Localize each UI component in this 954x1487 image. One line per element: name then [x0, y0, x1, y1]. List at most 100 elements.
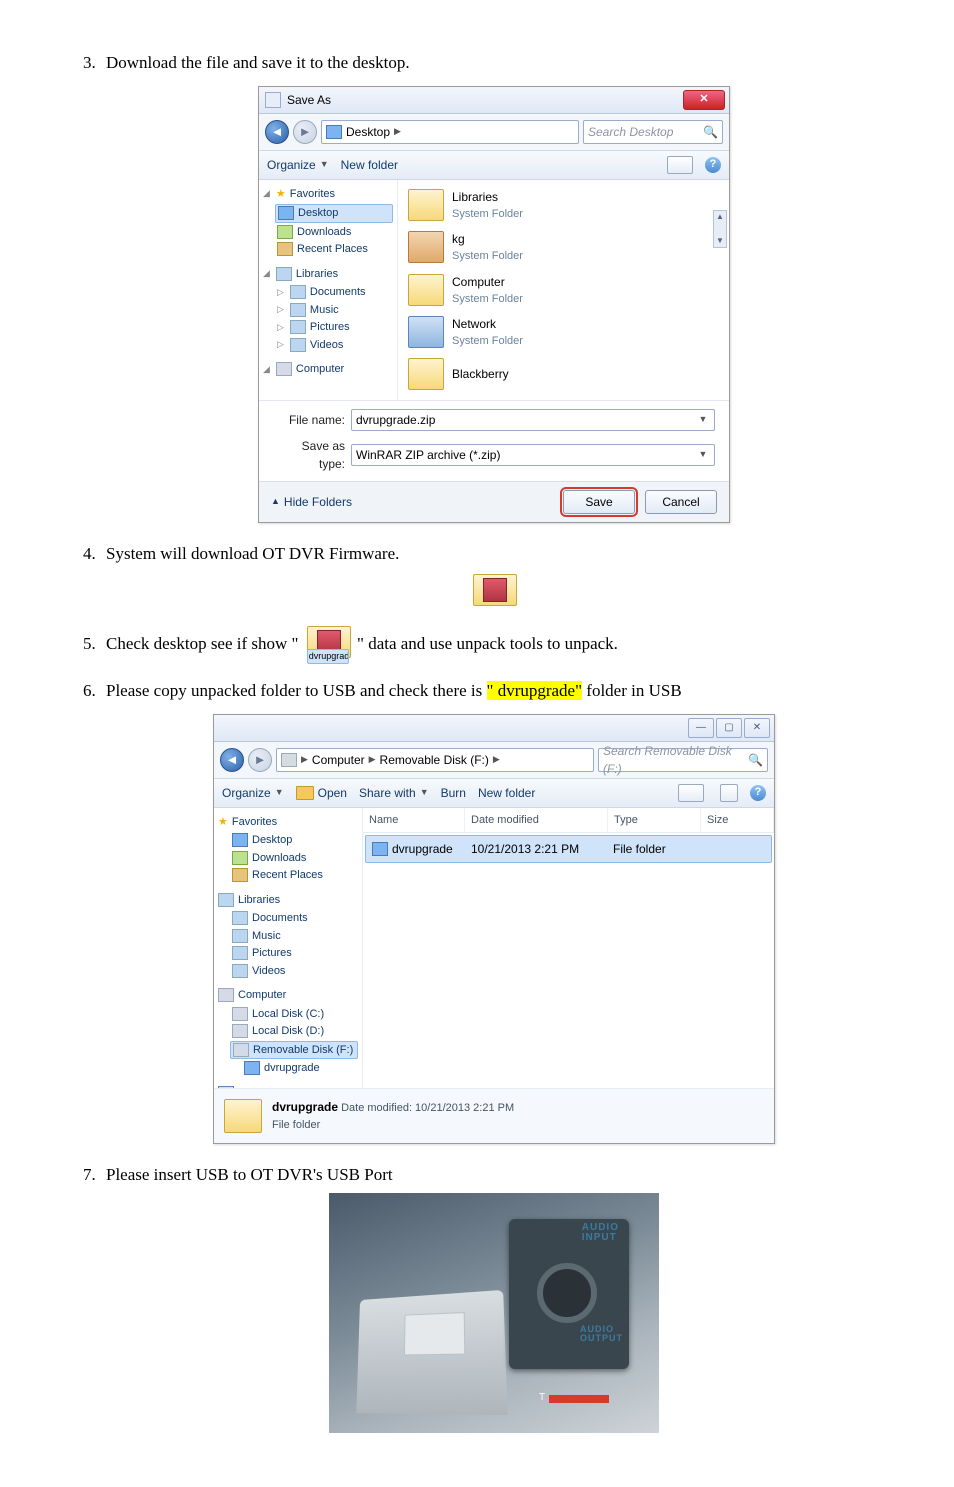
nav-videos[interactable]: Videos [232, 963, 358, 980]
step-4-text: System will download OT DVR Firmware. [106, 544, 399, 563]
list-header[interactable]: Name Date modified Type Size [363, 808, 774, 834]
help-icon[interactable]: ? [750, 785, 766, 801]
nav-favorites[interactable]: Favorites [232, 814, 277, 831]
forward-button[interactable]: ► [248, 748, 272, 772]
forward-button[interactable]: ► [293, 120, 317, 144]
path-computer: Computer [312, 751, 365, 769]
nav-pane: ★Favorites Desktop Downloads Recent Plac… [214, 808, 363, 1088]
view-options-button[interactable] [667, 156, 693, 174]
maximize-button[interactable]: ▢ [716, 718, 742, 738]
step-5-text-a: Check desktop see if show " [106, 634, 299, 653]
libraries-icon [276, 267, 292, 281]
open-button[interactable]: Open [296, 784, 347, 802]
nav-computer[interactable]: Computer [238, 987, 286, 1004]
details-pane: dvrupgrade Date modified: 10/21/2013 2:2… [214, 1088, 774, 1143]
nav-desktop[interactable]: Desktop [275, 204, 393, 223]
network-icon [218, 1086, 234, 1088]
item-computer[interactable]: ComputerSystem Folder [408, 273, 719, 308]
nav-pane: ◢★Favorites Desktop Downloads Recent Pla… [259, 180, 398, 400]
drive-icon [281, 753, 297, 767]
content-pane: Name Date modified Type Size dvrupgrade … [363, 808, 774, 1088]
hide-folders-link[interactable]: ▲ Hide Folders [271, 493, 352, 511]
organize-button[interactable]: Organize ▼ [267, 156, 329, 174]
nav-documents[interactable]: Documents [232, 910, 358, 927]
save-button[interactable]: Save [563, 490, 635, 514]
nav-downloads[interactable]: Downloads [232, 850, 358, 867]
help-icon[interactable]: ? [705, 157, 721, 173]
item-libraries[interactable]: LibrariesSystem Folder [408, 188, 719, 223]
search-icon: 🔍 [748, 751, 763, 769]
nav-local-c[interactable]: Local Disk (C:) [232, 1006, 358, 1023]
path-box[interactable]: Desktop ▶ [321, 120, 579, 144]
desktop-dvrupgrade-icon: dvrupgrad... [307, 626, 349, 664]
preview-pane-button[interactable] [720, 784, 738, 802]
window-icon [265, 92, 281, 108]
nav-recent[interactable]: Recent Places [232, 867, 358, 884]
share-with-button[interactable]: Share with ▼ [359, 784, 429, 802]
cancel-button[interactable]: Cancel [645, 490, 717, 514]
nav-dvrupgrade[interactable]: dvrupgrade [244, 1060, 358, 1077]
nav-videos[interactable]: ▷Videos [277, 337, 393, 354]
view-options-button[interactable] [678, 784, 704, 802]
nav-removable-f[interactable]: Removable Disk (F:) [230, 1041, 358, 1060]
chevron-right-icon: ▶ [394, 125, 401, 139]
nav-music[interactable]: Music [232, 928, 358, 945]
dialog-buttons: ▲ Hide Folders Save Cancel [259, 481, 729, 522]
nav-local-d[interactable]: Local Disk (D:) [232, 1023, 358, 1040]
savetype-combo[interactable]: WinRAR ZIP archive (*.zip)▼ [351, 444, 715, 466]
item-blackberry[interactable]: Blackberry [408, 358, 719, 390]
path-box[interactable]: ▶ Computer ▶ Removable Disk (F:) ▶ [276, 748, 594, 772]
nav-music[interactable]: ▷Music [277, 302, 393, 319]
nav-downloads[interactable]: Downloads [277, 224, 393, 241]
col-size: Size [701, 808, 774, 833]
toolbar: Organize ▼ New folder ? [259, 151, 729, 180]
col-date: Date modified [465, 808, 608, 833]
close-button[interactable]: ✕ [683, 90, 725, 110]
nav-documents[interactable]: ▷Documents [277, 284, 393, 301]
item-network[interactable]: NetworkSystem Folder [408, 315, 719, 350]
nav-libraries[interactable]: Libraries [238, 892, 280, 909]
item-user[interactable]: kgSystem Folder [408, 230, 719, 265]
nav-recent-places[interactable]: Recent Places [277, 241, 393, 258]
list-row-dvrupgrade[interactable]: dvrupgrade 10/21/2013 2:21 PM File folde… [365, 835, 772, 863]
titlebar: Save As ✕ [259, 87, 729, 114]
titlebar: — ▢ ✕ [214, 715, 774, 742]
search-placeholder: Search Desktop [588, 123, 673, 141]
filename-input[interactable]: dvrupgrade.zip▼ [351, 409, 715, 431]
nav-network[interactable]: Network [238, 1085, 278, 1088]
nav-desktop[interactable]: Desktop [232, 832, 358, 849]
step-6-text-a: Please copy unpacked folder to USB and c… [106, 681, 487, 700]
desktop-dvrupgrade-icon-large [473, 574, 515, 612]
nav-computer[interactable]: Computer [296, 361, 344, 378]
nav-favorites[interactable]: Favorites [290, 186, 335, 203]
step-7-text: Please insert USB to OT DVR's USB Port [106, 1165, 393, 1184]
minimize-button[interactable]: — [688, 718, 714, 738]
content-pane: LibrariesSystem Folder kgSystem Folder C… [398, 180, 729, 400]
folder-icon [372, 842, 388, 856]
organize-button[interactable]: Organize ▼ [222, 784, 284, 802]
nav-libraries[interactable]: Libraries [296, 266, 338, 283]
col-type: Type [608, 808, 701, 833]
back-button[interactable]: ◄ [265, 120, 289, 144]
step-5-text-b: " data and use unpack tools to unpack. [357, 634, 618, 653]
scrollbar[interactable]: ▲▼ [713, 210, 727, 248]
new-folder-button[interactable]: New folder [341, 156, 398, 174]
star-icon: ★ [218, 814, 228, 831]
search-input[interactable]: Search Desktop 🔍 [583, 120, 723, 144]
nav-pictures[interactable]: Pictures [232, 945, 358, 962]
toolbar: Organize ▼ Open Share with ▼ Burn New fo… [214, 779, 774, 808]
savetype-label: Save as type: [273, 437, 345, 473]
explorer-window: — ▢ ✕ ◄ ► ▶ Computer ▶ Removable Disk (F… [213, 714, 775, 1144]
path-segment: Desktop [346, 123, 390, 141]
search-input[interactable]: Search Removable Disk (F:) 🔍 [598, 748, 768, 772]
star-icon: ★ [276, 186, 286, 203]
burn-button[interactable]: Burn [441, 784, 466, 802]
new-folder-button[interactable]: New folder [478, 784, 535, 802]
back-button[interactable]: ◄ [220, 748, 244, 772]
nav-pictures[interactable]: ▷Pictures [277, 319, 393, 336]
save-fields: File name: dvrupgrade.zip▼ Save as type:… [259, 400, 729, 481]
address-bar: ◄ ► ▶ Computer ▶ Removable Disk (F:) ▶ S… [214, 742, 774, 779]
path-removable: Removable Disk (F:) [380, 751, 489, 769]
close-button[interactable]: ✕ [744, 718, 770, 738]
step-6-text-b: folder in USB [582, 681, 682, 700]
